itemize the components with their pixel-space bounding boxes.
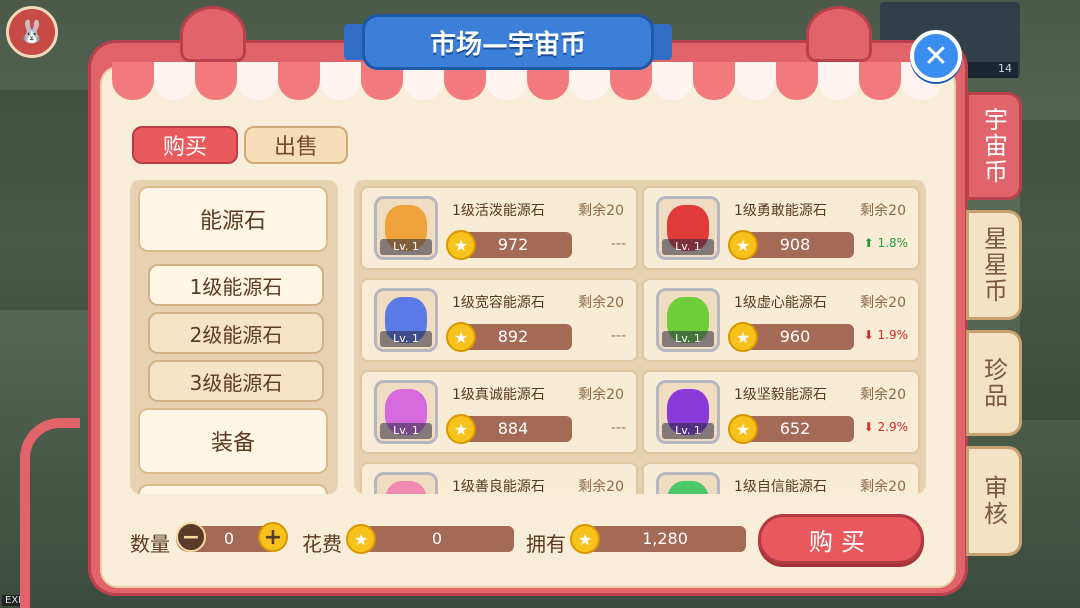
level-badge: Lv. 1 xyxy=(380,423,432,439)
item-name: 1级宽容能源石 xyxy=(452,295,545,311)
coin-icon: ★ xyxy=(446,322,476,352)
energy-stone-icon xyxy=(656,472,720,494)
energy-stone-icon: Lv. 1 xyxy=(656,196,720,260)
owned-label: 拥有 xyxy=(526,532,566,556)
arrow-down-icon: ⬇ xyxy=(863,328,874,342)
cat-ear-right xyxy=(806,6,872,62)
category-level3-stone[interactable]: 3级能源石 xyxy=(148,360,324,402)
side-tab-treasure[interactable]: 珍品 xyxy=(966,330,1022,436)
background-tile xyxy=(0,90,90,310)
price-trend-value: 2.9% xyxy=(877,420,909,434)
background-tile xyxy=(1020,120,1080,420)
item-remaining: 剩余20 xyxy=(860,387,906,403)
item-remaining: 剩余20 xyxy=(578,479,624,494)
coin-icon: ★ xyxy=(346,524,376,554)
item-grid: Lv. 1 1级活泼能源石 剩余20 972 ★ --- Lv. 1 1级勇敢能… xyxy=(354,180,926,494)
close-icon: ✕ xyxy=(923,38,949,74)
item-card[interactable]: Lv. 1 1级虚心能源石 剩余20 960 ★ ⬇ 1.9% xyxy=(642,278,920,362)
price-trend-value: 1.8% xyxy=(877,236,909,250)
price-trend-value: 1.9% xyxy=(877,328,909,342)
item-remaining: 剩余20 xyxy=(578,295,624,311)
price-trend: ⬇ 2.9% xyxy=(864,420,908,434)
level-badge: Lv. 1 xyxy=(380,239,432,255)
energy-stone-icon: Lv. 1 xyxy=(374,288,438,352)
cat-ear-left xyxy=(180,6,246,62)
coin-icon: ★ xyxy=(728,230,758,260)
side-tab-star-coin[interactable]: 星星币 xyxy=(966,210,1022,320)
item-name: 1级活泼能源石 xyxy=(452,203,545,219)
category-level2-stone[interactable]: 2级能源石 xyxy=(148,312,324,354)
price-trend: ⬇ 1.9% xyxy=(864,328,908,342)
category-equipment[interactable]: 装备 xyxy=(138,408,328,474)
price-trend: ⬆ 1.8% xyxy=(864,236,908,250)
gem-shape xyxy=(667,481,709,494)
item-card[interactable]: Lv. 1 1级勇敢能源石 剩余20 908 ★ ⬆ 1.8% xyxy=(642,186,920,270)
category-next[interactable] xyxy=(138,484,328,494)
item-card[interactable]: Lv. 1 1级活泼能源石 剩余20 972 ★ --- xyxy=(360,186,638,270)
coin-icon: ★ xyxy=(446,414,476,444)
quantity-label: 数量 xyxy=(130,532,170,556)
gem-shape xyxy=(385,481,427,494)
coin-icon: ★ xyxy=(728,322,758,352)
coin-icon: ★ xyxy=(728,414,758,444)
item-name: 1级虚心能源石 xyxy=(734,295,827,311)
side-tab-review[interactable]: 审核 xyxy=(966,446,1022,556)
energy-stone-icon: Lv. 1 xyxy=(656,380,720,444)
price-trend: --- xyxy=(610,328,626,344)
price-trend: --- xyxy=(610,236,626,252)
coin-icon: ★ xyxy=(446,230,476,260)
energy-stone-icon: Lv. 1 xyxy=(656,288,720,352)
item-remaining: 剩余20 xyxy=(578,203,624,219)
category-energy-stone[interactable]: 能源石 xyxy=(138,186,328,252)
level-badge: Lv. 1 xyxy=(662,331,714,347)
item-name: 1级善良能源石 xyxy=(452,479,545,494)
owned-value: 1,280 xyxy=(584,526,746,552)
arrow-down-icon: ⬇ xyxy=(863,420,874,434)
plus-button[interactable]: + xyxy=(258,522,288,552)
item-card[interactable]: Lv. 1 1级真诚能源石 剩余20 884 ★ --- xyxy=(360,370,638,454)
close-button[interactable]: ✕ xyxy=(910,30,962,82)
item-name: 1级坚毅能源石 xyxy=(734,387,827,403)
hud-count: 14 xyxy=(960,62,1018,78)
player-avatar[interactable]: 🐰 xyxy=(6,6,58,58)
window-title: 市场—宇宙币 xyxy=(362,14,654,70)
minus-button[interactable]: − xyxy=(176,522,206,552)
arrow-up-icon: ⬆ xyxy=(863,236,874,250)
item-card[interactable]: 1级自信能源石 剩余20 xyxy=(642,462,920,494)
energy-stone-icon: Lv. 1 xyxy=(374,196,438,260)
side-tab-cosmic-coin[interactable]: 宇宙币 xyxy=(966,92,1022,200)
cat-tail-decoration xyxy=(20,418,80,608)
category-level1-stone[interactable]: 1级能源石 xyxy=(148,264,324,306)
item-name: 1级自信能源石 xyxy=(734,479,827,494)
item-card[interactable]: Lv. 1 1级宽容能源石 剩余20 892 ★ --- xyxy=(360,278,638,362)
item-remaining: 剩余20 xyxy=(860,295,906,311)
item-remaining: 剩余20 xyxy=(578,387,624,403)
coin-icon: ★ xyxy=(570,524,600,554)
level-badge: Lv. 1 xyxy=(662,239,714,255)
tab-sell[interactable]: 出售 xyxy=(244,126,348,164)
buy-button[interactable]: 购买 xyxy=(758,514,924,564)
category-list: 能源石 1级能源石 2级能源石 3级能源石 装备 xyxy=(130,180,338,494)
item-card[interactable]: Lv. 1 1级坚毅能源石 剩余20 652 ★ ⬇ 2.9% xyxy=(642,370,920,454)
cost-value: 0 xyxy=(360,526,514,552)
energy-stone-icon xyxy=(374,472,438,494)
cost-label: 花费 xyxy=(302,532,342,556)
item-name: 1级勇敢能源石 xyxy=(734,203,827,219)
level-badge: Lv. 1 xyxy=(662,423,714,439)
item-card[interactable]: 1级善良能源石 剩余20 xyxy=(360,462,638,494)
energy-stone-icon: Lv. 1 xyxy=(374,380,438,444)
item-remaining: 剩余20 xyxy=(860,479,906,494)
price-trend: --- xyxy=(610,420,626,436)
level-badge: Lv. 1 xyxy=(380,331,432,347)
tab-buy[interactable]: 购买 xyxy=(132,126,238,164)
item-remaining: 剩余20 xyxy=(860,203,906,219)
item-name: 1级真诚能源石 xyxy=(452,387,545,403)
